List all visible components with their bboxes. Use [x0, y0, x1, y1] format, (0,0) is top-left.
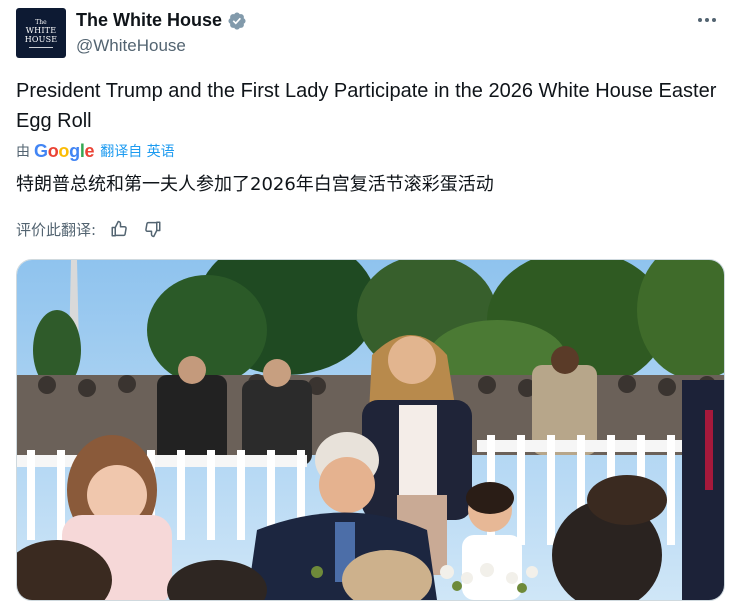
photo-image — [17, 260, 724, 600]
avatar-logo-text-line2: HOUSE — [24, 34, 58, 44]
author-name-row: The White House — [76, 10, 247, 31]
handle[interactable]: @WhiteHouse — [76, 36, 186, 56]
thumbs-up-button[interactable] — [108, 218, 130, 240]
translated-from-link[interactable]: 翻译自 英语 — [100, 141, 174, 161]
rate-translation-row: 评价此翻译: — [16, 218, 164, 240]
thumbs-up-icon — [111, 220, 127, 237]
avatar-logo-text-top: The — [35, 18, 47, 26]
more-options-button[interactable] — [694, 10, 720, 30]
tweet-photo[interactable] — [16, 259, 725, 601]
translated-by-label: 由 — [16, 144, 30, 160]
thumbs-down-button[interactable] — [142, 218, 164, 240]
translation-attribution: 由 Google 翻译自 英语 — [16, 140, 175, 162]
avatar-logo-rule — [29, 46, 53, 48]
google-logo: Google — [34, 140, 95, 161]
tweet-text: President Trump and the First Lady Parti… — [16, 80, 717, 132]
avatar[interactable]: The WHITE HOUSE — [16, 8, 66, 58]
verified-badge-icon[interactable] — [227, 11, 247, 31]
more-options-icon — [698, 18, 716, 22]
display-name[interactable]: The White House — [76, 10, 222, 31]
rate-translation-label: 评价此翻译: — [16, 220, 97, 239]
avatar-logo-text-line1: WHITE — [25, 25, 57, 35]
thumbs-down-icon — [145, 221, 161, 238]
translated-text: 特朗普总统和第一夫人参加了2026年白宫复活节滚彩蛋活动 — [16, 174, 494, 195]
